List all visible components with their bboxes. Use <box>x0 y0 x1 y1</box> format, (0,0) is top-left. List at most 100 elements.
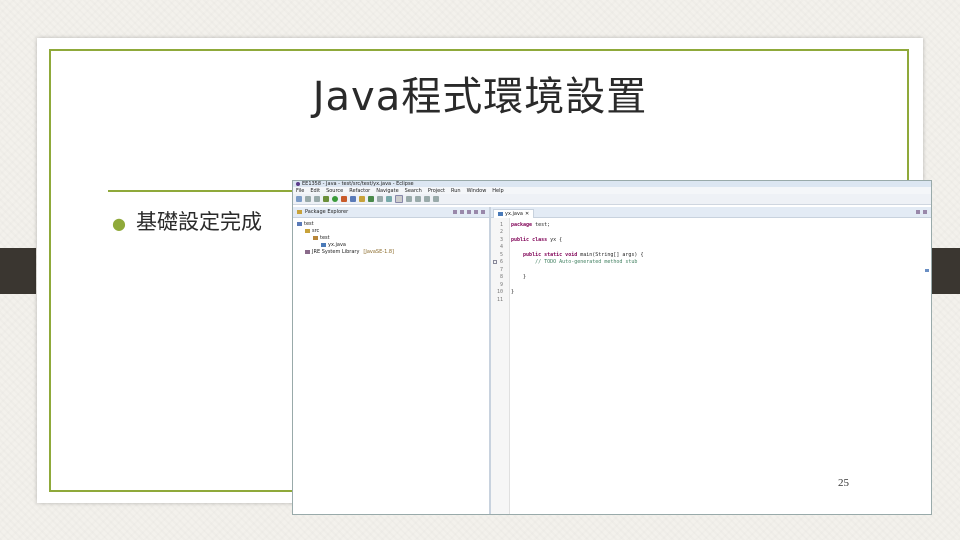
code-keyword: package <box>511 221 533 228</box>
code-text: // TODO Auto-generated method stub <box>511 259 638 265</box>
tree-item-src[interactable]: src <box>293 227 489 234</box>
line-number: 8 <box>499 274 503 280</box>
bullet-dot-icon: ● <box>112 213 126 233</box>
tree-item-label: test <box>320 234 330 241</box>
code-rest: main(String[] args) { <box>577 251 644 258</box>
code-rest: test; <box>532 221 551 228</box>
package-explorer-tab[interactable]: Package Explorer <box>305 209 348 215</box>
new-java-project-icon[interactable] <box>350 196 356 202</box>
tree-item-file[interactable]: yx.java <box>293 241 489 248</box>
tree-item-label: src <box>312 227 320 234</box>
code-line: 10} <box>491 289 514 296</box>
menu-navigate[interactable]: Navigate <box>376 188 398 194</box>
code-line: 4 <box>491 244 511 251</box>
view-menu-icon[interactable] <box>467 210 471 214</box>
menu-edit[interactable]: Edit <box>310 188 320 194</box>
print-icon[interactable] <box>314 196 320 202</box>
code-text: } <box>511 289 515 295</box>
library-icon <box>305 249 310 254</box>
line-number: 9 <box>499 281 503 288</box>
menu-help[interactable]: Help <box>492 188 503 194</box>
maximize-icon[interactable] <box>481 210 485 214</box>
window-title: EE1358 - Java - test/src/test/yx.java - … <box>302 181 414 187</box>
minimize-icon[interactable] <box>916 210 920 214</box>
code-keyword: public class <box>511 236 548 243</box>
jre-version-label: [JavaSE-1.8] <box>363 248 394 255</box>
menu-source[interactable]: Source <box>326 188 343 194</box>
code-line: 5 public static void main(String[] args)… <box>491 251 643 258</box>
code-line: 3 public class yx { <box>491 236 562 243</box>
search-icon[interactable] <box>386 196 392 202</box>
package-explorer-pane: Package Explorer test src test yx.java J… <box>293 207 491 514</box>
menu-window[interactable]: Window <box>467 188 487 194</box>
tree-item-jre[interactable]: JRE System Library [JavaSE-1.8] <box>293 248 489 255</box>
new-icon[interactable] <box>296 196 302 202</box>
line-number: 10 <box>496 289 503 295</box>
code-keyword: public static void <box>511 251 578 258</box>
maximize-icon[interactable] <box>923 210 927 214</box>
code-line: 9 <box>491 281 511 288</box>
java-file-icon <box>498 212 503 216</box>
code-line: 11 <box>491 296 511 303</box>
debug-icon[interactable] <box>323 196 329 202</box>
line-number: 3 <box>499 236 503 243</box>
menu-project[interactable]: Project <box>428 188 445 194</box>
task-marker-icon[interactable] <box>493 259 497 264</box>
title-rule <box>108 190 293 192</box>
pane-controls <box>453 210 489 214</box>
menu-refactor[interactable]: Refactor <box>349 188 370 194</box>
left-decor-tab <box>0 248 36 294</box>
line-number: 11 <box>496 296 503 303</box>
editor-pane: yx.java ✕ 1 package test; 2 3 public class y… <box>491 207 931 514</box>
line-number: 5 <box>499 251 503 258</box>
overview-ruler-mark[interactable] <box>925 269 929 272</box>
link-editor-icon[interactable] <box>460 210 464 214</box>
project-icon <box>297 221 302 226</box>
external-tools-icon[interactable] <box>341 196 347 202</box>
tree-item-label: yx.java <box>328 241 346 248</box>
code-rest: yx { <box>547 236 563 243</box>
code-line: 8 } <box>491 274 526 281</box>
open-type-icon[interactable] <box>377 196 383 202</box>
run-icon[interactable] <box>332 196 338 202</box>
prev-annotation-icon[interactable] <box>415 196 421 202</box>
forward-icon[interactable] <box>433 196 439 202</box>
code-text: public static void main(String[] args) { <box>503 252 643 258</box>
code-text: package test; <box>503 222 550 228</box>
toggle-mark-icon[interactable] <box>395 195 403 203</box>
line-number: 7 <box>499 266 503 273</box>
minimize-icon[interactable] <box>474 210 478 214</box>
close-icon[interactable]: ✕ <box>525 211 529 217</box>
package-tree: test src test yx.java JRE System Library <box>293 218 489 255</box>
line-number: 4 <box>499 244 503 250</box>
menu-file[interactable]: File <box>296 188 304 194</box>
new-class-icon[interactable] <box>368 196 374 202</box>
eclipse-window: EE1358 - Java - test/src/test/yx.java - … <box>292 180 932 515</box>
line-number: 1 <box>499 221 503 228</box>
collapse-all-icon[interactable] <box>453 210 457 214</box>
save-icon[interactable] <box>305 196 311 202</box>
code-text: public class yx { <box>503 237 562 243</box>
tree-item-package[interactable]: test <box>293 234 489 241</box>
code-line: 2 <box>491 229 511 236</box>
package-icon <box>313 235 318 240</box>
editor-controls <box>916 210 927 214</box>
package-explorer-icon <box>297 210 302 214</box>
menu-run[interactable]: Run <box>451 188 461 194</box>
toolbar <box>293 194 931 205</box>
tree-item-label: test <box>304 220 314 227</box>
new-package-icon[interactable] <box>359 196 365 202</box>
tree-item-label: JRE System Library <box>312 248 360 255</box>
back-icon[interactable] <box>424 196 430 202</box>
page-number: 25 <box>838 477 849 489</box>
eclipse-logo-icon <box>296 182 300 186</box>
code-line: 7 <box>491 266 511 273</box>
code-line: 6 // TODO Auto-generated method stub <box>491 259 637 266</box>
tree-item-project[interactable]: test <box>293 220 489 227</box>
editor-tab[interactable]: yx.java ✕ <box>493 209 535 218</box>
line-number: 2 <box>499 229 503 235</box>
menu-search[interactable]: Search <box>405 188 422 194</box>
next-annotation-icon[interactable] <box>406 196 412 202</box>
right-decor-tab <box>932 248 960 294</box>
editor-header: yx.java ✕ <box>491 207 931 218</box>
